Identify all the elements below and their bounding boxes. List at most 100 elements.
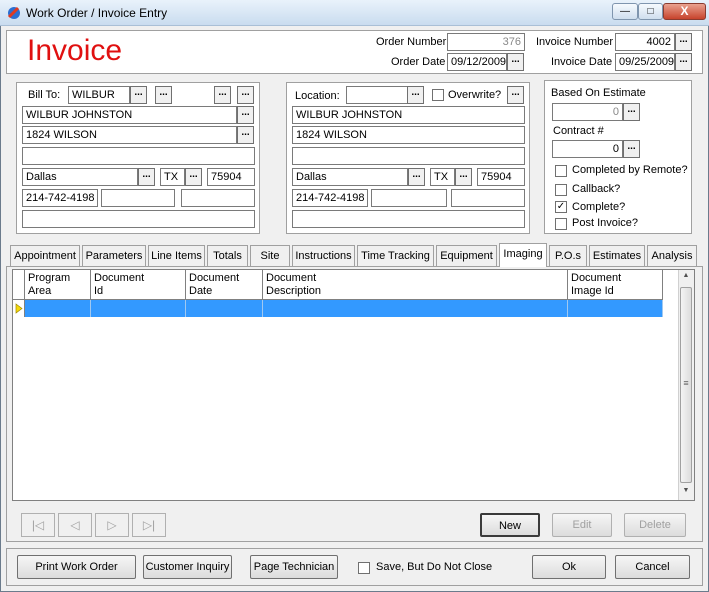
print-work-order-button[interactable]: Print Work Order	[17, 555, 136, 579]
tab-estimates[interactable]: Estimates	[589, 245, 645, 266]
overwrite-checkbox[interactable]	[432, 89, 444, 101]
bill-to-phone-field[interactable]: 214-742-4198	[22, 189, 98, 207]
complete-label: Complete?	[572, 201, 626, 213]
page-technician-button[interactable]: Page Technician	[250, 555, 338, 579]
table-cell[interactable]	[263, 300, 568, 317]
bill-to-phone3-field[interactable]	[181, 189, 255, 207]
customer-inquiry-button[interactable]: Customer Inquiry	[143, 555, 232, 579]
grid-header-document-description[interactable]: Document Description	[263, 270, 568, 300]
contract-label: Contract #	[553, 125, 604, 137]
tab-parameters[interactable]: Parameters	[82, 245, 146, 266]
new-button[interactable]: New	[480, 513, 540, 537]
grid-header-document-date[interactable]: Document Date	[186, 270, 263, 300]
post-invoice-checkbox[interactable]	[555, 218, 567, 230]
callback-checkbox[interactable]	[555, 184, 567, 196]
location-city-field[interactable]: Dallas	[292, 168, 408, 186]
grid-header-program-area[interactable]: Program Area	[25, 270, 91, 300]
location-code-button[interactable]: ...	[407, 86, 424, 104]
location-state-field[interactable]: TX	[430, 168, 455, 186]
last-record-button[interactable]: ▷|	[132, 513, 166, 537]
scroll-grip-icon: ≡	[683, 378, 689, 388]
maximize-button[interactable]: □	[638, 3, 663, 20]
location-phone-field[interactable]: 214-742-4198	[292, 189, 368, 207]
location-label: Location:	[295, 90, 340, 102]
invoice-number-field[interactable]: 4002	[615, 33, 675, 51]
contract-button[interactable]: ...	[623, 140, 640, 158]
bill-to-phone2-field[interactable]	[101, 189, 175, 207]
order-date-picker-button[interactable]: ...	[507, 53, 524, 71]
bill-to-email-field[interactable]	[22, 210, 255, 228]
bill-to-state-button[interactable]: ...	[185, 168, 202, 186]
delete-button[interactable]: Delete	[624, 513, 686, 537]
tab-totals[interactable]: Totals	[207, 245, 248, 266]
table-cell[interactable]	[91, 300, 186, 317]
first-record-button[interactable]: |◁	[21, 513, 55, 537]
complete-checkbox[interactable]: ✓	[555, 201, 567, 213]
table-cell[interactable]	[568, 300, 663, 317]
close-button[interactable]: X	[663, 3, 706, 20]
tab-imaging[interactable]: Imaging	[499, 243, 547, 267]
location-zip-field[interactable]: 75904	[477, 168, 525, 186]
current-row-arrow-icon	[15, 303, 23, 314]
tab-time-tracking[interactable]: Time Tracking	[357, 245, 434, 266]
tab-analysis[interactable]: Analysis	[647, 245, 697, 266]
bill-to-address1-field[interactable]: 1824 WILSON	[22, 126, 237, 144]
table-cell[interactable]	[25, 300, 91, 317]
scroll-up-arrow-icon[interactable]: ▲	[680, 272, 692, 284]
based-on-estimate-field[interactable]: 0	[552, 103, 623, 121]
grid-header-document-image-id[interactable]: Document Image Id	[568, 270, 663, 300]
bill-to-address1-button[interactable]: ...	[237, 126, 254, 144]
bill-to-name-field[interactable]: WILBUR JOHNSTON	[22, 106, 237, 124]
bill-to-lookup-button[interactable]: ...	[155, 86, 172, 104]
location-code-field[interactable]	[346, 86, 408, 104]
location-name-field[interactable]: WILBUR JOHNSTON	[292, 106, 525, 124]
table-cell[interactable]	[186, 300, 263, 317]
bill-to-code-field[interactable]: WILBUR	[68, 86, 130, 104]
bill-to-state-field[interactable]: TX	[160, 168, 185, 186]
order-date-label: Order Date	[391, 56, 446, 68]
bill-to-code-button[interactable]: ...	[130, 86, 147, 104]
scroll-down-arrow-icon[interactable]: ▼	[680, 487, 692, 499]
location-phone3-field[interactable]	[451, 189, 525, 207]
tab-site[interactable]: Site	[250, 245, 290, 266]
invoice-date-picker-button[interactable]: ...	[675, 53, 692, 71]
tab-appointment[interactable]: Appointment	[10, 245, 80, 266]
cancel-button[interactable]: Cancel	[615, 555, 690, 579]
location-phone2-field[interactable]	[371, 189, 447, 207]
invoice-date-field[interactable]: 09/25/2009	[615, 53, 675, 71]
tab-equipment[interactable]: Equipment	[436, 245, 497, 266]
tab-instructions[interactable]: Instructions	[292, 245, 355, 266]
prev-record-button[interactable]: ◁	[58, 513, 92, 537]
minimize-button[interactable]: —	[612, 3, 638, 20]
bill-to-name-button[interactable]: ...	[237, 106, 254, 124]
bill-to-zip-field[interactable]: 75904	[207, 168, 255, 186]
window-title: Work Order / Invoice Entry	[26, 6, 168, 20]
bill-to-address2-field[interactable]	[22, 147, 255, 165]
location-state-button[interactable]: ...	[455, 168, 472, 186]
location-email-field[interactable]	[292, 210, 525, 228]
invoice-number-button[interactable]: ...	[675, 33, 692, 51]
location-address2-field[interactable]	[292, 147, 525, 165]
tab-pos[interactable]: P.O.s	[549, 245, 587, 266]
bill-to-city-button[interactable]: ...	[138, 168, 155, 186]
ok-button[interactable]: Ok	[532, 555, 606, 579]
completed-by-remote-checkbox[interactable]	[555, 165, 567, 177]
post-invoice-label: Post Invoice?	[572, 217, 639, 229]
order-number-field[interactable]: 376	[447, 33, 525, 51]
location-address1-field[interactable]: 1824 WILSON	[292, 126, 525, 144]
location-city-button[interactable]: ...	[408, 168, 425, 186]
tab-line-items[interactable]: Line Items	[148, 245, 205, 266]
bill-to-extra-button-1[interactable]: ...	[214, 86, 231, 104]
save-not-close-checkbox[interactable]	[358, 562, 370, 574]
order-date-field[interactable]: 09/12/2009	[447, 53, 507, 71]
based-on-estimate-label: Based On Estimate	[551, 87, 646, 99]
grid-header-document-id[interactable]: Document Id	[91, 270, 186, 300]
based-on-estimate-button[interactable]: ...	[623, 103, 640, 121]
bill-to-extra-button-2[interactable]: ...	[237, 86, 254, 104]
next-record-button[interactable]: ▷	[95, 513, 129, 537]
bill-to-city-field[interactable]: Dallas	[22, 168, 138, 186]
invoice-date-label: Invoice Date	[551, 56, 613, 68]
location-lookup-button[interactable]: ...	[507, 86, 524, 104]
contract-field[interactable]: 0	[552, 140, 623, 158]
edit-button[interactable]: Edit	[552, 513, 612, 537]
